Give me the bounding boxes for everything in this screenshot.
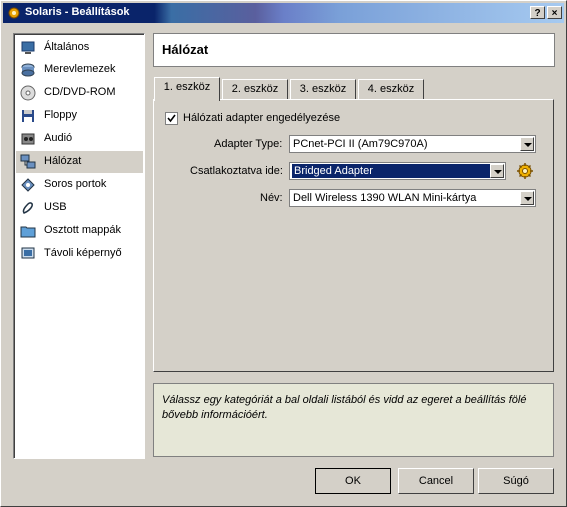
sidebar-item-label: Audió xyxy=(44,132,73,144)
sidebar-item-cd-dvd[interactable]: CD/DVD-ROM xyxy=(16,82,143,104)
name-value: Dell Wireless 1390 WLAN Mini-kártya xyxy=(293,192,477,204)
sidebar-item-label: Általános xyxy=(44,41,90,53)
sidebar-item-shared-folders[interactable]: Osztott mappák xyxy=(16,220,143,242)
network-icon xyxy=(20,154,36,169)
help-button[interactable]: Súgó xyxy=(478,468,554,494)
adapter-type-select[interactable]: PCnet-PCI II (Am79C970A) xyxy=(289,135,536,153)
cd-icon xyxy=(20,85,36,101)
usb-icon xyxy=(22,202,33,214)
sidebar-item-floppy[interactable]: Floppy xyxy=(16,105,143,127)
category-list[interactable]: Általános Merevlemezek CD/DVD-ROM Floppy… xyxy=(13,33,145,459)
general-icon xyxy=(21,41,35,54)
folder-icon xyxy=(20,226,36,238)
chevron-down-icon[interactable] xyxy=(520,191,534,205)
page-header: Hálózat xyxy=(153,33,555,67)
remote-display-icon xyxy=(21,247,35,259)
harddisk-icon xyxy=(21,63,35,77)
page-title: Hálózat xyxy=(162,42,209,57)
sidebar-item-label: Floppy xyxy=(44,109,78,121)
tab-device-3[interactable]: 3. eszköz xyxy=(290,79,356,99)
sidebar-item-serial[interactable]: Soros portok xyxy=(16,174,143,196)
attached-to-value: Bridged Adapter xyxy=(292,164,492,178)
name-label: Név: xyxy=(260,192,283,204)
sidebar-item-remote-display[interactable]: Távoli képernyő xyxy=(16,243,143,265)
sidebar-item-label: Merevlemezek xyxy=(44,63,116,75)
adapter-type-value: PCnet-PCI II (Am79C970A) xyxy=(293,138,428,150)
ok-button[interactable]: OK xyxy=(315,468,391,494)
sidebar-item-general[interactable]: Általános xyxy=(16,37,143,59)
chevron-down-icon[interactable] xyxy=(490,164,504,178)
settings-gear-icon[interactable] xyxy=(516,162,534,180)
sidebar-item-label: USB xyxy=(44,201,67,213)
gear-app-icon xyxy=(8,7,20,19)
adapter-type-label: Adapter Type: xyxy=(214,138,283,150)
help-title-button[interactable]: ? xyxy=(530,6,545,19)
chevron-down-icon[interactable] xyxy=(520,137,534,151)
name-select[interactable]: Dell Wireless 1390 WLAN Mini-kártya xyxy=(289,189,536,207)
sidebar-item-label: Osztott mappák xyxy=(44,224,122,236)
enable-adapter-checkbox[interactable] xyxy=(165,112,178,125)
enable-adapter-label: Hálózati adapter engedélyezése xyxy=(183,112,341,124)
serial-icon xyxy=(21,178,35,192)
audio-icon xyxy=(21,133,35,145)
sidebar-item-label: CD/DVD-ROM xyxy=(44,86,116,98)
attached-to-label: Csatlakoztatva ide: xyxy=(190,165,283,177)
sidebar-item-label: Soros portok xyxy=(44,178,107,190)
checkmark-icon xyxy=(167,114,176,123)
attached-to-select[interactable]: Bridged Adapter xyxy=(289,162,506,180)
sidebar-item-label: Távoli képernyő xyxy=(44,247,122,259)
tab-device-1[interactable]: 1. eszköz xyxy=(154,77,220,101)
floppy-icon xyxy=(22,110,34,122)
sidebar-item-usb[interactable]: USB xyxy=(16,197,143,219)
tab-device-2[interactable]: 2. eszköz xyxy=(222,79,288,99)
close-title-button[interactable]: × xyxy=(547,6,562,19)
settings-window: Solaris - Beállítások ? × Általános Mere… xyxy=(0,0,567,507)
info-text: Válassz egy kategóriát a bal oldali list… xyxy=(162,394,527,421)
sidebar-item-network[interactable]: Hálózat xyxy=(16,151,143,173)
tab-device-4[interactable]: 4. eszköz xyxy=(358,79,424,99)
cancel-button[interactable]: Cancel xyxy=(398,468,474,494)
sidebar-item-harddisks[interactable]: Merevlemezek xyxy=(16,59,143,81)
window-title: Solaris - Beállítások xyxy=(25,6,130,18)
title-bar[interactable]: Solaris - Beállítások ? × xyxy=(3,3,564,23)
sidebar-item-audio[interactable]: Audió xyxy=(16,128,143,150)
info-panel: Válassz egy kategóriát a bal oldali list… xyxy=(153,383,554,457)
sidebar-item-label: Hálózat xyxy=(44,155,82,167)
